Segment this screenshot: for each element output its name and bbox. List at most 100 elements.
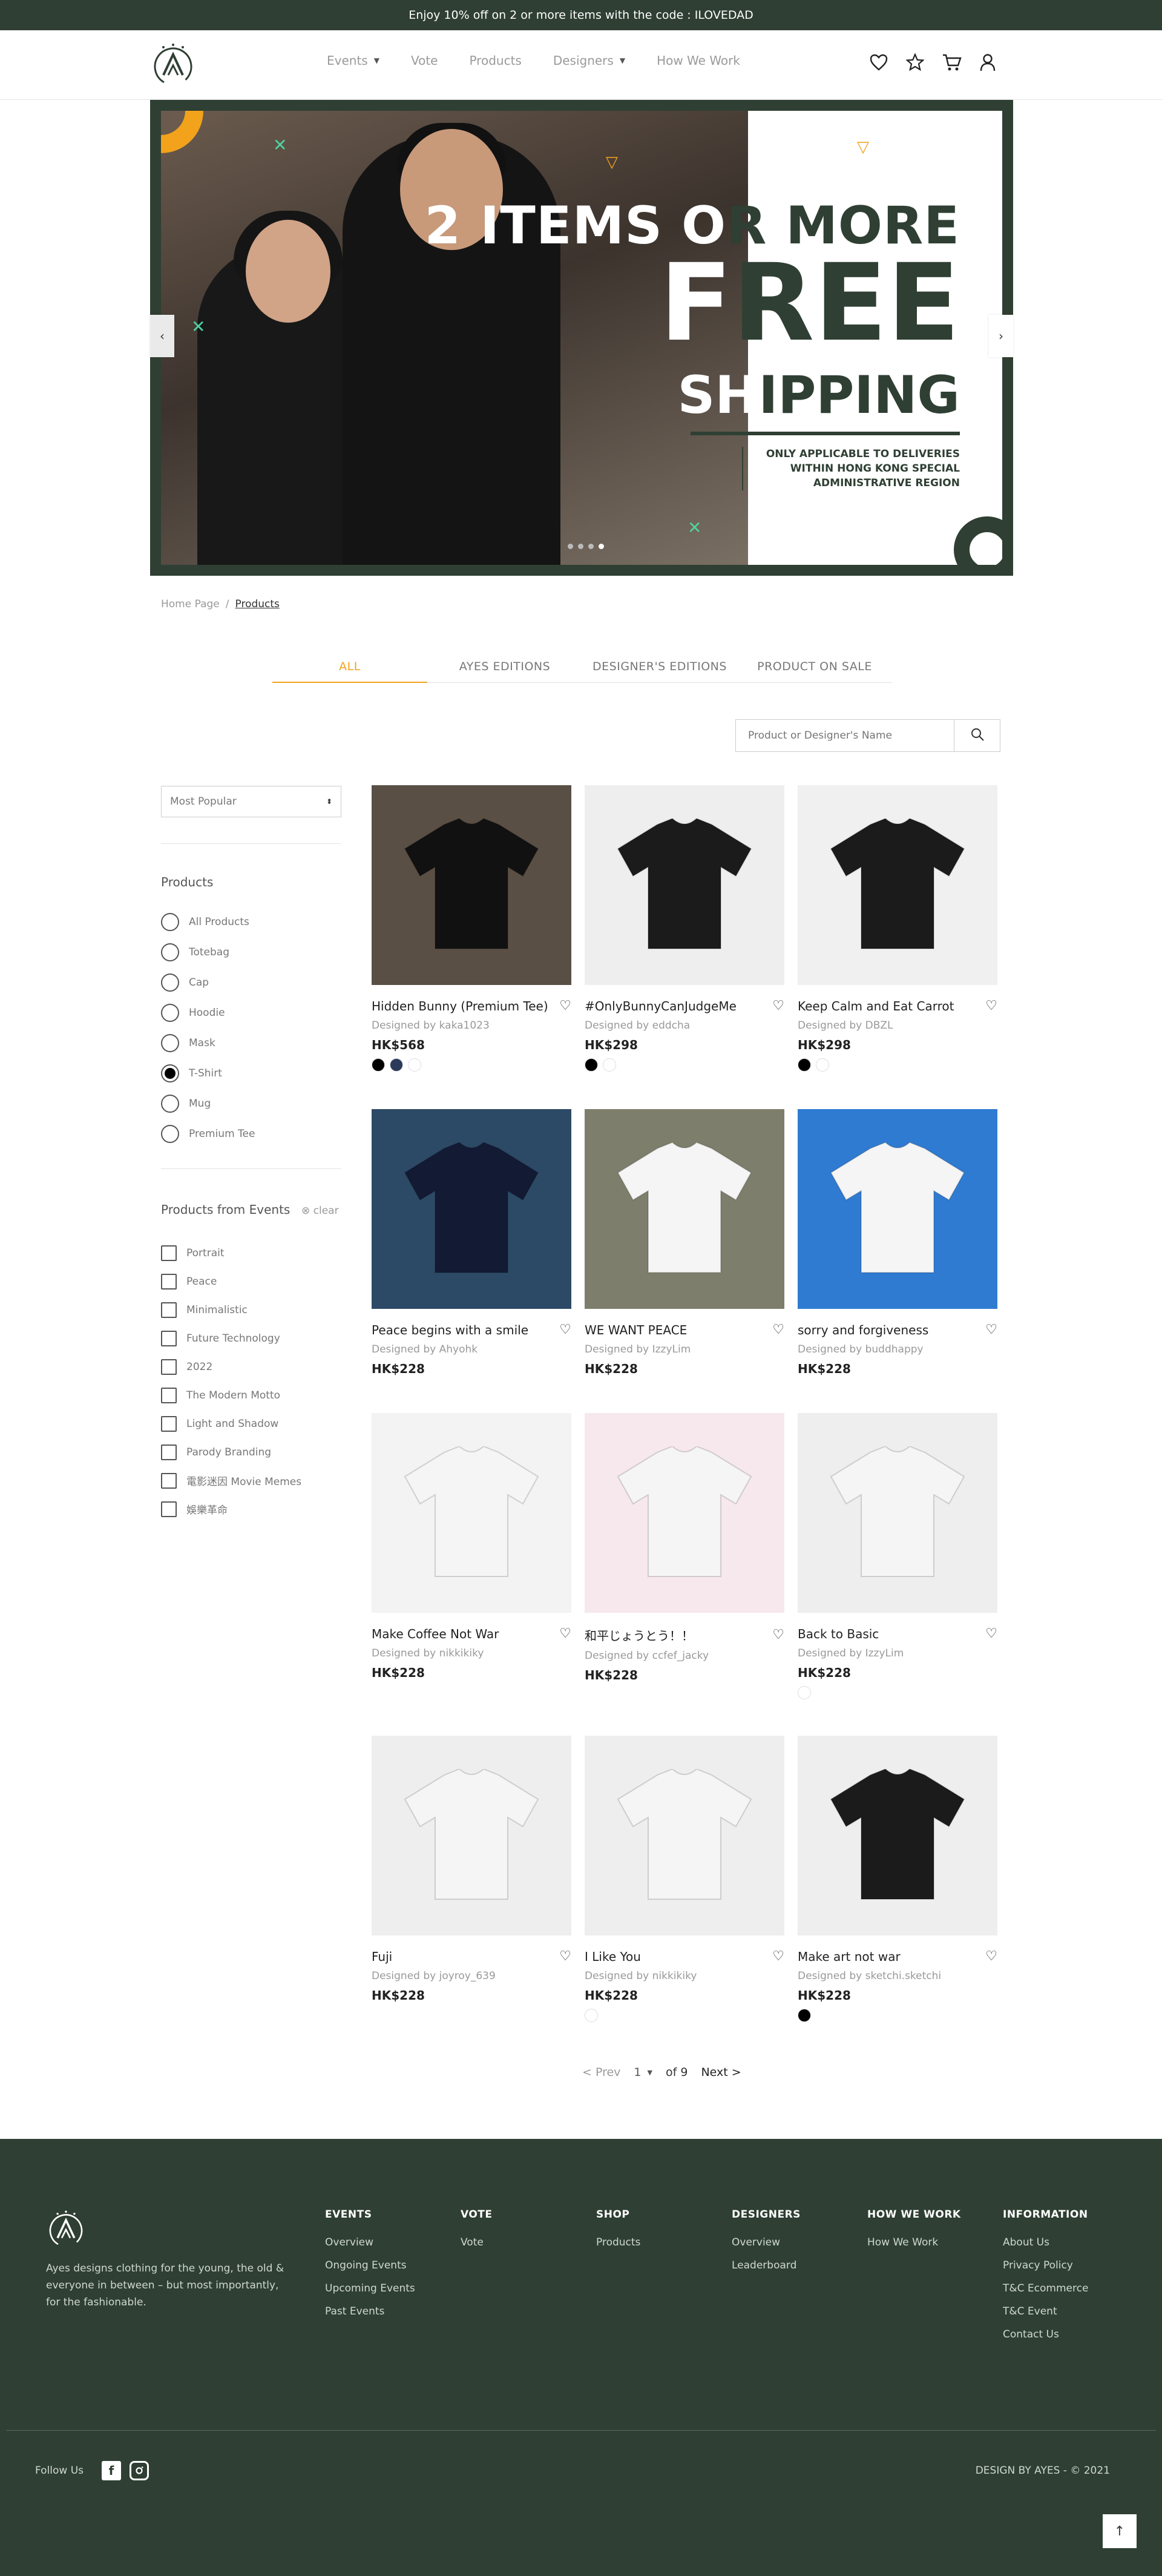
footer-link[interactable]: Contact Us: [1003, 2328, 1088, 2340]
page-select[interactable]: 1 ▼: [634, 2066, 652, 2079]
back-to-top-button[interactable]: ↑: [1103, 2514, 1137, 2548]
footer-link[interactable]: T&C Event: [1003, 2305, 1088, 2317]
radio-button[interactable]: [161, 913, 179, 931]
heart-icon[interactable]: ♡: [772, 1322, 784, 1337]
color-swatch[interactable]: [816, 1058, 829, 1072]
product-name[interactable]: Make Coffee Not War: [372, 1627, 499, 1641]
sort-select[interactable]: Most Popular ⬍: [161, 786, 341, 817]
footer-link[interactable]: Ongoing Events: [325, 2259, 415, 2271]
filter-event-parody-branding[interactable]: Parody Branding: [161, 1438, 301, 1466]
heart-icon[interactable]: ♡: [985, 1626, 997, 1641]
instagram-icon[interactable]: [130, 2461, 149, 2480]
filter-event-minimalistic[interactable]: Minimalistic: [161, 1296, 301, 1324]
product-image[interactable]: [372, 1413, 571, 1613]
footer-link[interactable]: Vote: [461, 2236, 493, 2248]
product-image[interactable]: [798, 1413, 997, 1613]
carousel-dot[interactable]: [578, 544, 583, 549]
heart-icon[interactable]: ♡: [772, 1949, 784, 1964]
filter-mug[interactable]: Mug: [161, 1089, 255, 1119]
breadcrumb-home[interactable]: Home Page: [161, 598, 220, 610]
heart-icon[interactable]: [870, 54, 888, 73]
product-image[interactable]: [585, 1736, 784, 1935]
filter-premium-tee[interactable]: Premium Tee: [161, 1119, 255, 1149]
radio-button[interactable]: [161, 1004, 179, 1022]
search-button[interactable]: [954, 720, 1000, 751]
product-image[interactable]: [585, 785, 784, 985]
nav-vote[interactable]: Vote: [411, 53, 438, 68]
product-card[interactable]: Back to Basic ♡ Designed by IzzyLim HK$228: [798, 1413, 997, 1701]
radio-button[interactable]: [161, 1034, 179, 1052]
checkbox[interactable]: [161, 1273, 177, 1290]
nav-designers[interactable]: Designers ▼: [553, 53, 625, 68]
product-name[interactable]: Keep Calm and Eat Carrot: [798, 999, 954, 1013]
heart-icon[interactable]: ♡: [559, 1626, 571, 1641]
radio-button[interactable]: [161, 943, 179, 961]
color-swatch[interactable]: [585, 2009, 598, 2022]
radio-button-checked[interactable]: [161, 1064, 179, 1082]
filter-t-shirt[interactable]: T-Shirt: [161, 1058, 255, 1089]
pagination-prev-button[interactable]: < Prev: [582, 2066, 620, 2079]
radio-button[interactable]: [161, 1125, 179, 1143]
color-swatch[interactable]: [798, 1058, 811, 1072]
product-name[interactable]: Back to Basic: [798, 1627, 879, 1641]
heart-icon[interactable]: ♡: [772, 998, 784, 1013]
radio-button[interactable]: [161, 1095, 179, 1113]
product-name[interactable]: Hidden Bunny (Premium Tee): [372, 999, 548, 1013]
tab-product-on-sale[interactable]: PRODUCT ON SALE: [737, 660, 892, 682]
product-name[interactable]: WE WANT PEACE: [585, 1323, 687, 1337]
heart-icon[interactable]: ♡: [772, 1627, 784, 1642]
tab-ayes-editions[interactable]: AYES EDITIONS: [427, 660, 582, 682]
filter-event-modern-motto[interactable]: The Modern Motto: [161, 1381, 301, 1409]
filter-event-light-and-shadow[interactable]: Light and Shadow: [161, 1409, 301, 1438]
heart-icon[interactable]: ♡: [985, 998, 997, 1013]
checkbox[interactable]: [161, 1501, 177, 1517]
footer-logo[interactable]: [46, 2209, 86, 2248]
footer-link[interactable]: About Us: [1003, 2236, 1088, 2248]
product-name[interactable]: I Like You: [585, 1949, 641, 1964]
filter-event-2022[interactable]: 2022: [161, 1352, 301, 1381]
search-input[interactable]: [736, 720, 954, 751]
color-swatch[interactable]: [390, 1058, 403, 1072]
checkbox[interactable]: [161, 1387, 177, 1403]
product-card[interactable]: Make Coffee Not War ♡ Designed by nikkikik…: [372, 1413, 571, 1701]
product-card[interactable]: WE WANT PEACE ♡ Designed by IzzyLim HK$228: [585, 1109, 784, 1397]
footer-link[interactable]: Overview: [325, 2236, 415, 2248]
product-image[interactable]: [798, 785, 997, 985]
tab-all[interactable]: ALL: [272, 660, 427, 683]
heart-icon[interactable]: ♡: [559, 998, 571, 1013]
carousel-dot[interactable]: [588, 544, 594, 549]
product-card[interactable]: Keep Calm and Eat Carrot ♡ Designed by DBZ…: [798, 785, 997, 1073]
color-swatch[interactable]: [798, 2009, 811, 2022]
product-image[interactable]: [372, 1736, 571, 1935]
footer-link[interactable]: Past Events: [325, 2305, 415, 2317]
checkbox[interactable]: [161, 1359, 177, 1375]
filter-mask[interactable]: Mask: [161, 1028, 255, 1058]
product-image[interactable]: [372, 785, 571, 985]
breadcrumb-current[interactable]: Products: [235, 598, 280, 610]
filter-all-products[interactable]: All Products: [161, 907, 255, 937]
checkbox[interactable]: [161, 1472, 177, 1489]
product-name[interactable]: Peace begins with a smile: [372, 1323, 528, 1337]
product-image[interactable]: [798, 1109, 997, 1309]
color-swatch[interactable]: [603, 1058, 616, 1072]
heart-icon[interactable]: ♡: [559, 1322, 571, 1337]
facebook-icon[interactable]: f: [102, 2461, 122, 2480]
tab-designers-editions[interactable]: DESIGNER'S EDITIONS: [582, 660, 737, 682]
footer-link[interactable]: T&C Ecommerce: [1003, 2282, 1088, 2294]
product-card[interactable]: #OnlyBunnyCanJudgeMe ♡ Designed by eddcha H…: [585, 785, 784, 1073]
checkbox[interactable]: [161, 1415, 177, 1432]
footer-link[interactable]: Products: [596, 2236, 640, 2248]
footer-link[interactable]: Upcoming Events: [325, 2282, 415, 2294]
color-swatch[interactable]: [372, 1058, 385, 1072]
color-swatch[interactable]: [585, 1058, 598, 1072]
filter-event-movie-memes[interactable]: 電影迷因 Movie Memes: [161, 1466, 301, 1495]
carousel-dot[interactable]: [568, 544, 573, 549]
footer-link[interactable]: Leaderboard: [732, 2259, 801, 2271]
ayes-logo[interactable]: [150, 41, 196, 87]
footer-link[interactable]: How We Work: [867, 2236, 961, 2248]
user-icon[interactable]: [980, 53, 996, 74]
filter-totebag[interactable]: Totebag: [161, 937, 255, 967]
checkbox[interactable]: [161, 1245, 177, 1261]
product-name[interactable]: Fuji: [372, 1949, 392, 1964]
nav-products[interactable]: Products: [469, 53, 521, 68]
